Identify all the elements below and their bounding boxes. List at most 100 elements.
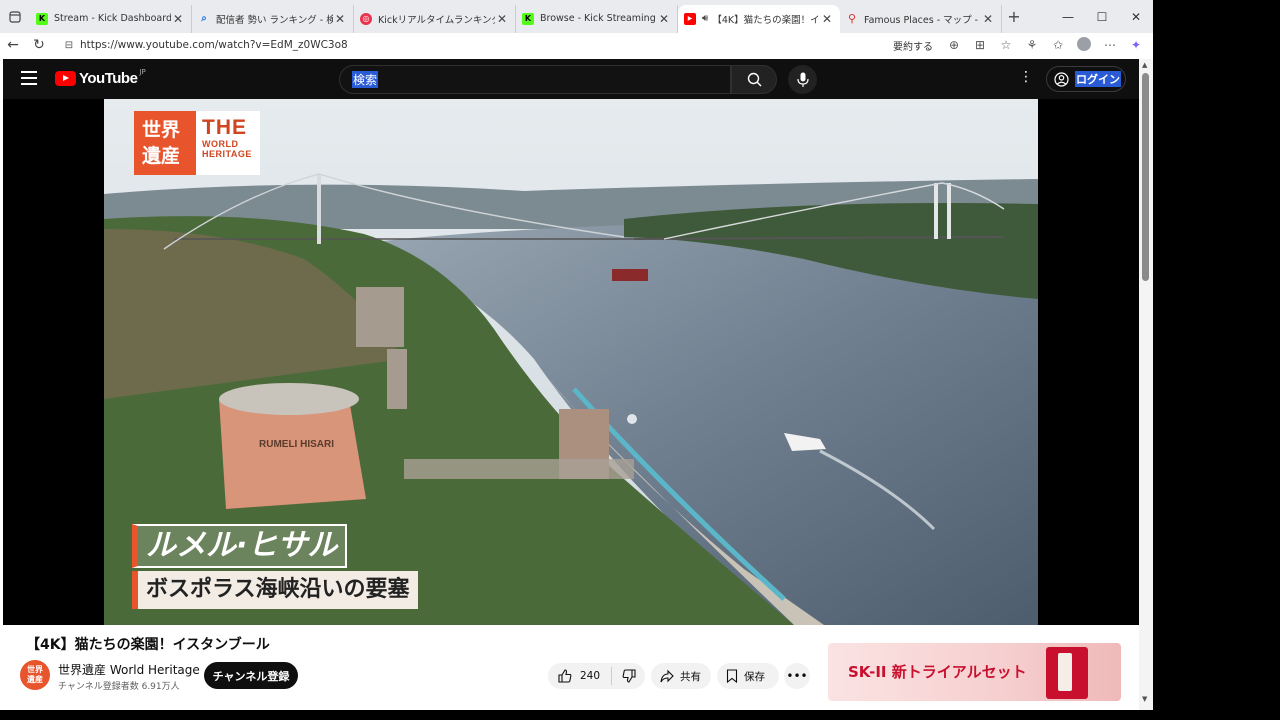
tab-strip: K Stream - Kick Dashboard ✕ ⌕ 配信者 勢い ランキ…	[0, 0, 1153, 33]
share-button[interactable]: 共有	[651, 663, 711, 689]
youtube-play-icon	[55, 71, 76, 86]
like-button[interactable]: 240	[548, 667, 612, 685]
thumbs-up-icon	[558, 669, 572, 683]
tab-label: Kickリアルタイムランキング | 配信	[378, 14, 495, 26]
subscriber-count: チャンネル登録者数 6.91万人	[58, 682, 180, 692]
save-label: 保存	[744, 670, 765, 683]
badge-en: THE WORLD HERITAGE	[196, 111, 260, 175]
maximize-icon[interactable]: ☐	[1085, 0, 1119, 33]
translate-icon[interactable]: ⊕	[943, 38, 965, 52]
channel-avatar[interactable]: 世界 遺産	[20, 660, 50, 690]
youtube-icon: ▶	[684, 12, 696, 25]
tab-label: Browse - Kick Streaming	[540, 13, 656, 24]
video-frame[interactable]: RUMELI HISARI 世界 遺産 THE WORLD HERITAGE ル…	[104, 99, 1038, 625]
ad-banner[interactable]: SK-II 新トライアルセット	[828, 643, 1121, 701]
back-icon[interactable]: ←	[0, 37, 26, 53]
split-screen-icon[interactable]: ⊞	[969, 38, 991, 52]
desktop-background-bottom	[0, 710, 1153, 720]
video-player[interactable]: RUMELI HISARI 世界 遺産 THE WORLD HERITAGE ル…	[3, 99, 1139, 625]
scroll-down-icon[interactable]: ▼	[1142, 695, 1147, 703]
badge-en-line1: THE	[202, 116, 247, 139]
desktop-background	[1153, 0, 1280, 720]
tab-actions-icon	[9, 10, 21, 23]
speaker-icon[interactable]: 🔊︎	[702, 13, 708, 24]
url-text: https://www.youtube.com/watch?v=EdM_z0WC…	[80, 39, 348, 51]
channel-name[interactable]: 世界遺産 World Heritage	[58, 661, 200, 678]
tab-geoguessr[interactable]: ⚲ Famous Places - マップ - GeoG ✕	[840, 4, 1002, 33]
like-dislike-group: 240	[548, 663, 645, 689]
youtube-logo[interactable]: YouTube JP	[55, 67, 146, 87]
share-icon	[660, 669, 674, 683]
more-menu-icon[interactable]: ⋯	[1099, 38, 1121, 52]
tab-actions-button[interactable]	[0, 0, 30, 33]
thumbs-down-icon	[622, 669, 636, 683]
scrollbar-thumb[interactable]	[1142, 73, 1149, 281]
share-label: 共有	[680, 670, 701, 683]
search-icon: ⌕	[201, 13, 207, 24]
badge-jp-text: 世界 遺産	[134, 111, 196, 175]
logo-text: YouTube	[79, 70, 138, 87]
profile-avatar[interactable]	[1073, 36, 1095, 54]
summarize-button[interactable]: 要約する	[893, 38, 933, 53]
scroll-up-icon[interactable]: ▲	[1142, 61, 1147, 69]
refresh-icon[interactable]: ↻	[26, 37, 52, 53]
tab-search[interactable]: ⌕ 配信者 勢い ランキング - 検索 ✕	[192, 4, 354, 33]
ad-text: SK-II 新トライアルセット	[848, 663, 1027, 681]
close-icon[interactable]: ✕	[657, 12, 671, 26]
url-field[interactable]: ⊟ https://www.youtube.com/watch?v=EdM_z0…	[58, 34, 924, 56]
close-icon[interactable]: ✕	[333, 12, 347, 26]
more-actions-button[interactable]: •••	[784, 663, 810, 689]
favorite-star-icon[interactable]: ☆	[995, 38, 1017, 52]
copilot-icon[interactable]: ✦	[1125, 38, 1147, 52]
tab-label: Stream - Kick Dashboard	[54, 13, 171, 24]
address-bar: ← ↻ ⊟ https://www.youtube.com/watch?v=Ed…	[0, 33, 1153, 57]
ranking-icon: ◎	[360, 12, 372, 25]
close-icon[interactable]: ✕	[495, 12, 509, 26]
account-icon	[1054, 71, 1069, 87]
new-tab-button[interactable]: +	[1002, 7, 1026, 26]
site-info-icon[interactable]: ⊟	[58, 40, 80, 51]
page-scrollbar[interactable]: ▲ ▼	[1139, 59, 1153, 710]
search-input[interactable]: 検索	[339, 65, 731, 94]
bookmark-icon	[726, 669, 738, 683]
tower-text: RUMELI HISARI	[259, 439, 334, 450]
signin-button[interactable]: ログイン	[1046, 66, 1126, 92]
extensions-icon[interactable]: ⚘	[1021, 38, 1043, 52]
map-pin-icon: ⚲	[847, 12, 857, 25]
close-icon[interactable]: ✕	[820, 12, 834, 26]
youtube-page: YouTube JP 検索 ⋮ ログイン RUMELI HISARI 世界 遺産…	[3, 59, 1139, 710]
voice-search-button[interactable]	[788, 65, 817, 94]
world-heritage-badge: 世界 遺産 THE WORLD HERITAGE	[134, 111, 260, 175]
tab-kick-dashboard[interactable]: K Stream - Kick Dashboard ✕	[30, 4, 192, 33]
tab-kick-browse[interactable]: K Browse - Kick Streaming ✕	[516, 4, 678, 33]
save-button[interactable]: 保存	[717, 663, 779, 689]
dislike-button[interactable]	[612, 669, 645, 683]
kick-icon: K	[522, 12, 534, 25]
close-window-icon[interactable]: ✕	[1119, 0, 1153, 33]
product-image	[1046, 647, 1088, 699]
close-icon[interactable]: ✕	[981, 12, 995, 26]
youtube-header: YouTube JP 検索 ⋮ ログイン	[3, 59, 1139, 99]
region-label: JP	[139, 67, 146, 76]
video-title: 【4K】猫たちの楽園！イスタンブール	[26, 637, 270, 653]
minimize-icon[interactable]: —	[1051, 0, 1085, 33]
menu-icon[interactable]	[21, 71, 37, 85]
tab-label: 【4K】猫たちの楽園！イスタ	[712, 14, 820, 26]
caption-line2: ボスポラス海峡沿いの要塞	[132, 571, 418, 609]
badge-en-line2: WORLD	[202, 139, 239, 149]
search-button[interactable]	[731, 65, 777, 94]
tab-label: 配信者 勢い ランキング - 検索	[216, 14, 333, 26]
search-icon	[747, 72, 761, 87]
collections-icon[interactable]: ✩	[1047, 38, 1069, 52]
caption-line1: ルメル·ヒサル	[132, 524, 348, 568]
signin-label: ログイン	[1075, 71, 1121, 87]
tab-label: Famous Places - マップ - GeoG	[864, 14, 981, 26]
subscribe-button[interactable]: チャンネル登録	[204, 662, 298, 689]
kick-icon: K	[36, 12, 48, 25]
browser-window: K Stream - Kick Dashboard ✕ ⌕ 配信者 勢い ランキ…	[0, 0, 1153, 710]
tab-youtube-active[interactable]: ▶ 🔊︎ 【4K】猫たちの楽園！イスタ ✕	[678, 4, 840, 33]
tab-kick-ranking[interactable]: ◎ Kickリアルタイムランキング | 配信 ✕	[354, 4, 516, 33]
close-icon[interactable]: ✕	[171, 12, 185, 26]
like-count: 240	[580, 670, 601, 682]
settings-kebab-icon[interactable]: ⋮	[1019, 69, 1033, 85]
